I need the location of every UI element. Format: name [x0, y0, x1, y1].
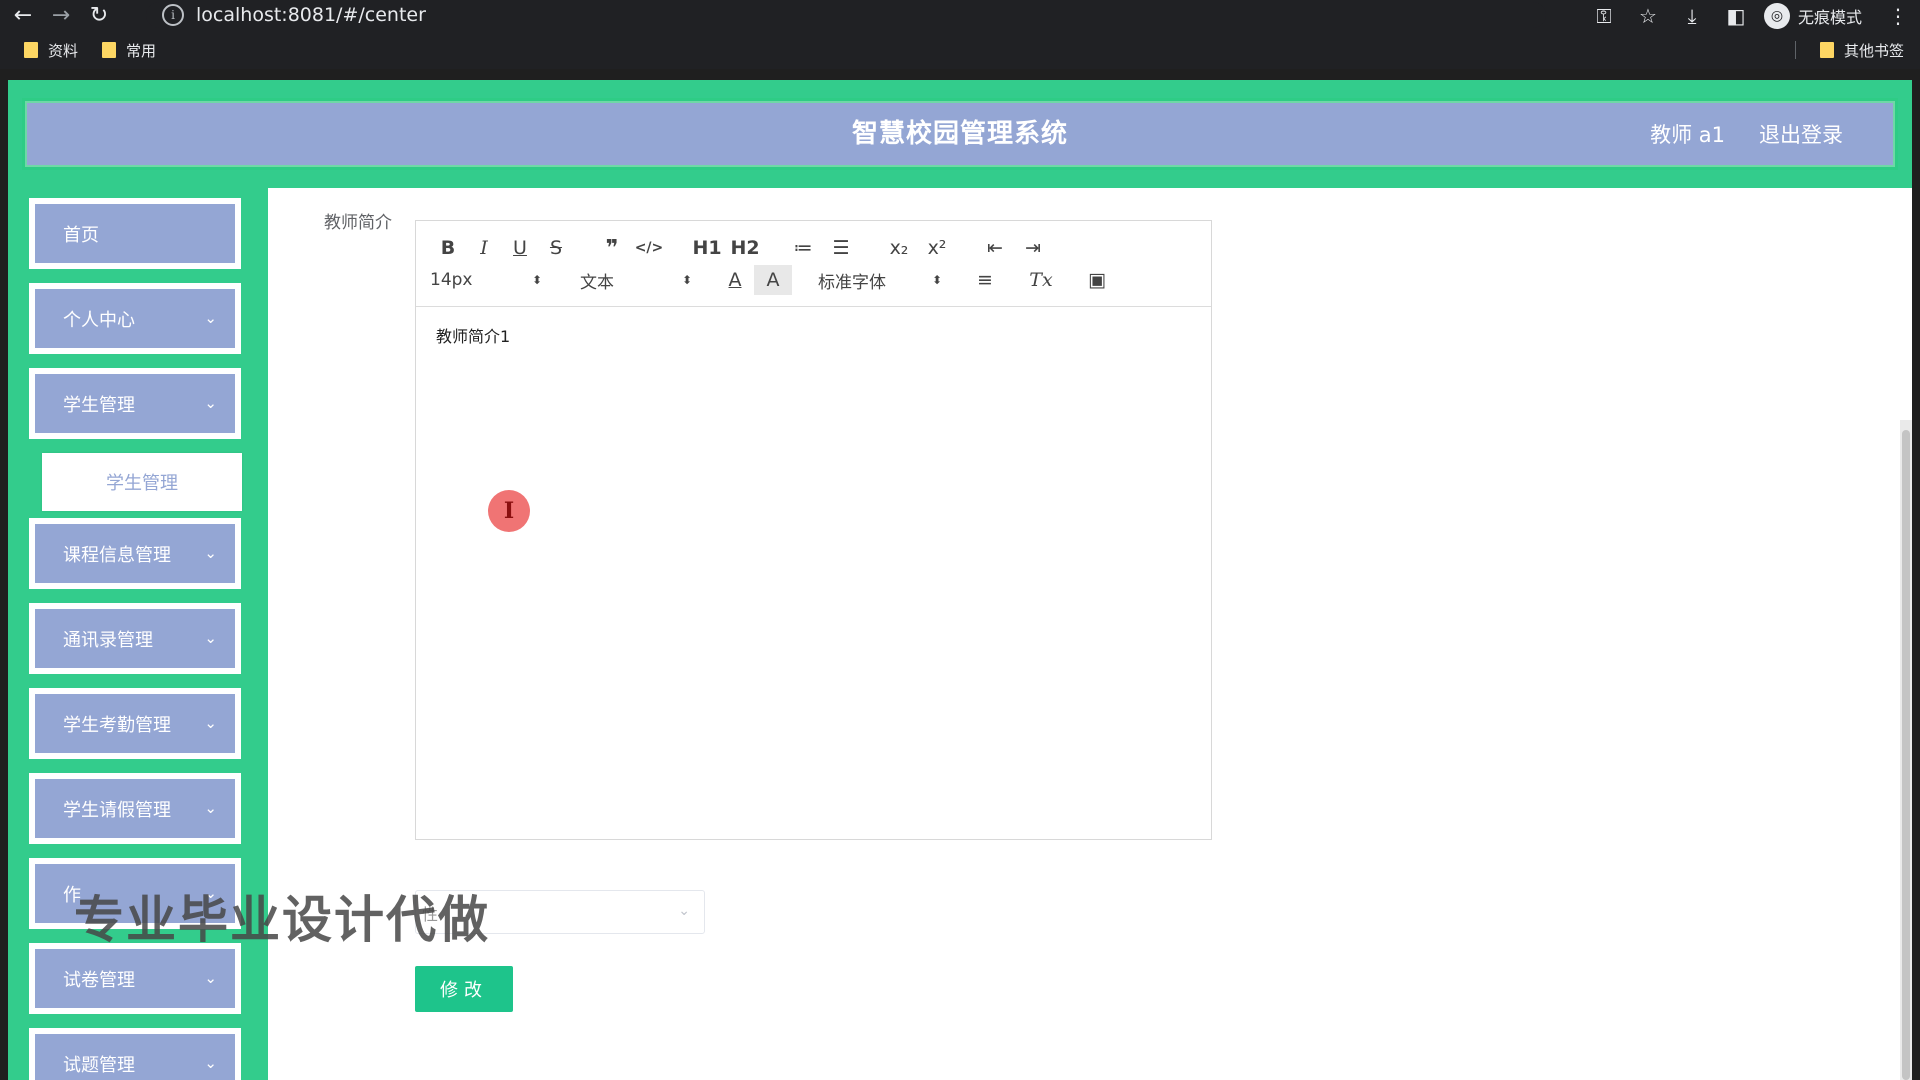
sidebar-item-label: 课程信息管理 — [63, 544, 171, 566]
sidebar-item-profile[interactable]: 个人中心 ⌄ — [29, 283, 241, 354]
sidebar-item-courses[interactable]: 课程信息管理 ⌄ — [29, 518, 241, 589]
select-arrows-icon: ⬍ — [531, 273, 542, 287]
select-arrows-icon: ⬍ — [681, 273, 692, 287]
key-icon[interactable]: ⚿ — [1582, 0, 1626, 31]
url-text: localhost:8081/#/center — [196, 4, 426, 26]
sidebar-item-label: 学生管理 — [63, 394, 135, 416]
editor-toolbar: B I U S ❞ </> H1 H2 ≔ ☰ x₂ x² ⇤ ⇥ 14px ⬍… — [416, 221, 1211, 307]
sidebar-item-label: 学生考勤管理 — [63, 714, 171, 736]
chevron-down-icon: ⌄ — [204, 544, 217, 562]
sidebar-item-label: 试卷管理 — [63, 969, 135, 991]
site-title: 智慧校园管理系统 — [851, 119, 1068, 149]
heading-1-button[interactable]: H1 — [688, 233, 726, 263]
folder-icon — [24, 42, 38, 58]
incognito-label: 无痕模式 — [1797, 7, 1862, 27]
browser-toolbar: ← → ↻ i localhost:8081/#/center ⚿ ☆ ⤓ ◧ … — [0, 0, 1920, 31]
blockquote-button[interactable]: ❞ — [594, 233, 630, 263]
chevron-down-icon: ⌄ — [204, 969, 217, 987]
chevron-down-icon: ⌄ — [204, 714, 217, 732]
indent-button[interactable]: ⇥ — [1014, 233, 1052, 263]
header-format-value: 文本 — [580, 272, 614, 293]
sidebar-item-label: 个人中心 — [63, 309, 135, 331]
outdent-button[interactable]: ⇤ — [976, 233, 1014, 263]
select-arrows-icon: ⬍ — [931, 273, 942, 287]
other-bookmarks[interactable]: 其他书签 — [1819, 31, 1904, 69]
user-area: 教师 a1 退出登录 — [1650, 101, 1843, 167]
intro-field-label: 教师简介 — [324, 213, 392, 233]
incognito-indicator[interactable]: ◎ 无痕模式 — [1758, 2, 1876, 29]
sidebar-item-students[interactable]: 学生管理 ⌄ — [29, 368, 241, 439]
background-color-button[interactable]: A — [754, 265, 792, 295]
sidebar-item-label: 学生请假管理 — [63, 799, 171, 821]
header-frame: 智慧校园管理系统 教师 a1 退出登录 — [8, 80, 1912, 188]
folder-icon — [1819, 42, 1834, 58]
side-panel-icon[interactable]: ◧ — [1714, 0, 1758, 31]
chevron-down-icon: ⌄ — [204, 629, 217, 647]
watermark-text: 专业毕业设计代做 — [74, 891, 490, 949]
page: 智慧校园管理系统 教师 a1 退出登录 首页 个人中心 ⌄ 学生管理 ⌄ 学生管理 … — [8, 80, 1912, 1080]
font-size-select[interactable]: 14px ⬍ — [430, 265, 542, 295]
sidebar-item-contacts[interactable]: 通讯录管理 ⌄ — [29, 603, 241, 674]
sidebar-item-questions[interactable]: 试题管理 ⌄ — [29, 1028, 241, 1080]
incognito-icon: ◎ — [1763, 2, 1790, 29]
folder-icon — [102, 42, 117, 58]
menu-kebab-icon[interactable]: ⋮ — [1876, 0, 1920, 31]
sidebar-item-papers[interactable]: 试卷管理 ⌄ — [29, 943, 241, 1014]
font-family-value: 标准字体 — [818, 272, 886, 293]
bookmark-star-icon[interactable]: ☆ — [1626, 0, 1670, 31]
clean-format-button[interactable]: Tx — [1022, 265, 1060, 295]
text-color-button[interactable]: A — [716, 265, 754, 295]
font-size-value: 14px — [430, 270, 473, 290]
ordered-list-button[interactable]: ≔ — [784, 233, 822, 263]
submenu-item-students[interactable]: 学生管理 — [42, 453, 242, 511]
reload-icon[interactable]: ↻ — [84, 1, 114, 31]
download-icon[interactable]: ⤓ — [1670, 0, 1714, 31]
page-scrollbar-thumb[interactable] — [1902, 430, 1910, 1080]
rich-text-editor: B I U S ❞ </> H1 H2 ≔ ☰ x₂ x² ⇤ ⇥ 14px ⬍… — [415, 220, 1212, 840]
italic-button[interactable]: I — [466, 233, 502, 263]
sidebar-item-leave[interactable]: 学生请假管理 ⌄ — [29, 773, 241, 844]
submit-button[interactable]: 修改 — [415, 966, 513, 1012]
site-info-icon[interactable]: i — [162, 4, 184, 26]
forward-icon[interactable]: → — [46, 1, 76, 31]
editor-content[interactable]: 教师简介1 — [436, 323, 510, 347]
chevron-down-icon: ⌄ — [204, 394, 217, 412]
heading-2-button[interactable]: H2 — [726, 233, 764, 263]
text-cursor-icon: I — [488, 490, 530, 532]
font-family-select[interactable]: 标准字体 ⬍ — [818, 265, 942, 295]
bookmarks-divider — [1795, 41, 1796, 59]
sidebar-item-attendance[interactable]: 学生考勤管理 ⌄ — [29, 688, 241, 759]
sidebar-item-home[interactable]: 首页 — [29, 198, 241, 269]
sidebar-item-label: 试题管理 — [63, 1054, 135, 1076]
current-user: 教师 a1 — [1650, 123, 1725, 147]
chevron-down-icon: ⌄ — [204, 1054, 217, 1072]
bold-button[interactable]: B — [430, 233, 466, 263]
bookmarks-bar: 资料 常用 其他书签 — [0, 31, 1920, 69]
subscript-button[interactable]: x₂ — [880, 233, 918, 263]
bookmark-folder-1[interactable]: 资料 — [24, 40, 78, 61]
back-icon[interactable]: ← — [8, 1, 38, 31]
strike-button[interactable]: S — [538, 233, 574, 263]
bookmark-folder-2[interactable]: 常用 — [102, 40, 156, 61]
code-block-button[interactable]: </> — [630, 233, 668, 263]
address-bar[interactable]: i localhost:8081/#/center — [146, 2, 1546, 28]
header-bar: 智慧校园管理系统 教师 a1 退出登录 — [22, 98, 1898, 170]
logout-link[interactable]: 退出登录 — [1759, 119, 1843, 149]
sidebar-item-label: 首页 — [63, 224, 99, 246]
chevron-down-icon: ⌄ — [204, 309, 217, 327]
header-format-select[interactable]: 文本 ⬍ — [580, 265, 692, 295]
insert-image-button[interactable]: ▣ — [1078, 265, 1116, 295]
underline-button[interactable]: U — [502, 233, 538, 263]
chevron-down-icon: ⌄ — [678, 903, 690, 919]
sidebar-item-label: 通讯录管理 — [63, 629, 153, 651]
bullet-list-button[interactable]: ☰ — [822, 233, 860, 263]
align-button[interactable]: ≡ — [966, 265, 1004, 295]
chevron-down-icon: ⌄ — [204, 799, 217, 817]
superscript-button[interactable]: x² — [918, 233, 956, 263]
